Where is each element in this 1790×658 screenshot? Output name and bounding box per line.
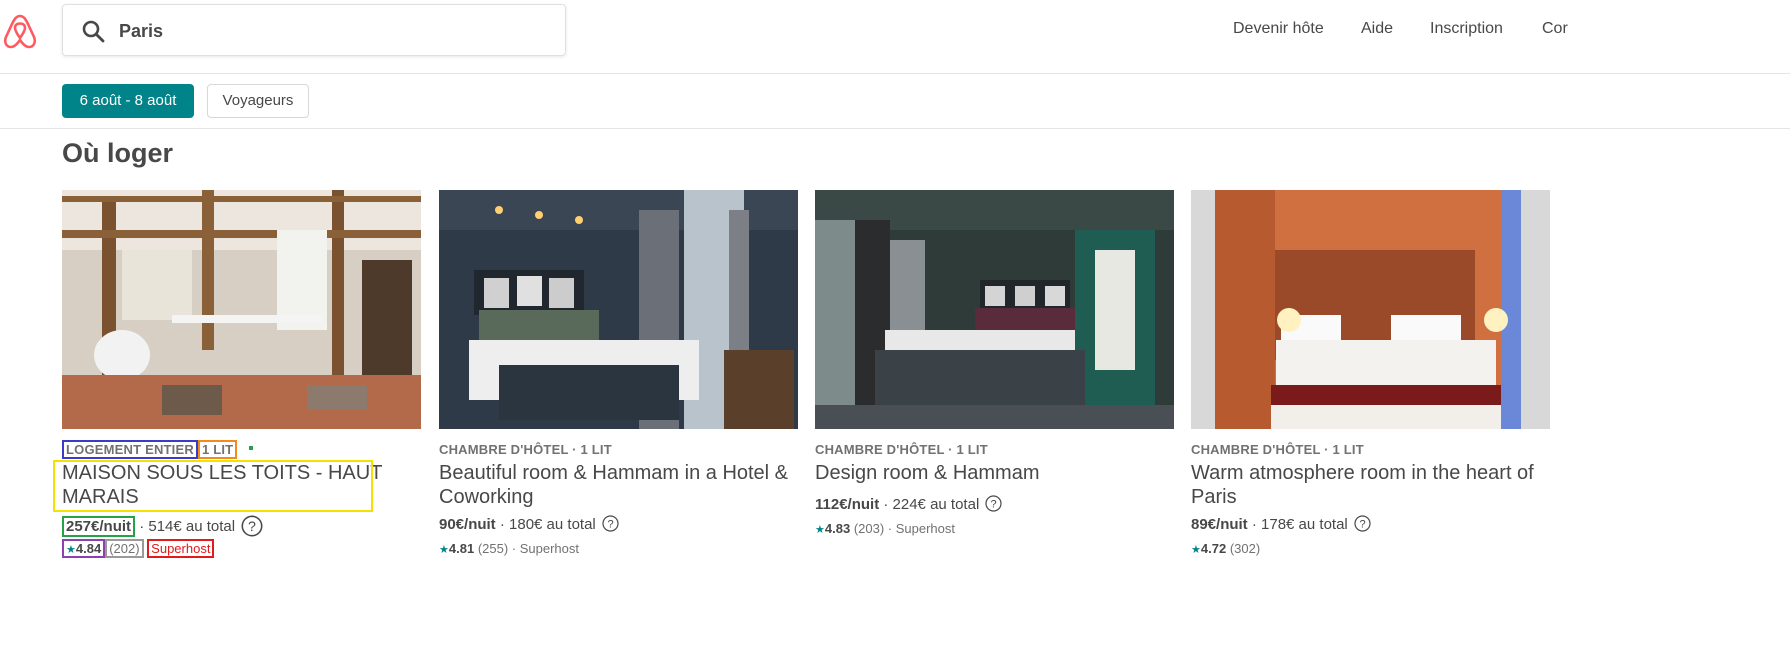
listing-photo[interactable]: [62, 190, 421, 429]
price-total: · 224€ au total: [879, 496, 980, 513]
search-box[interactable]: [62, 4, 566, 56]
info-icon[interactable]: ?: [1354, 515, 1371, 532]
listing-kicker: CHAMBRE D'HÔTEL · 1 LIT: [1191, 442, 1364, 457]
star-icon: ★: [439, 544, 449, 556]
review-count: (255): [477, 541, 509, 556]
svg-text:?: ?: [248, 519, 256, 535]
listing-title[interactable]: MAISON SOUS LES TOITS - HAUT MARAIS: [62, 461, 422, 509]
info-icon[interactable]: ?: [241, 515, 263, 537]
listing-rating: ★4.81 (255) · Superhost: [439, 541, 579, 556]
info-icon[interactable]: ?: [985, 495, 1003, 512]
guests-filter-button[interactable]: Voyageurs: [207, 84, 309, 118]
listing-card[interactable]: CHAMBRE D'HÔTEL · 1 LIT Design room & Ha…: [815, 190, 1175, 570]
nav-help-link[interactable]: Aide: [1361, 20, 1393, 42]
svg-text:?: ?: [991, 499, 997, 511]
star-icon: ★: [815, 524, 825, 536]
listing-rating: ★4.83 (203) · Superhost: [815, 521, 955, 536]
star-icon: ★: [66, 544, 76, 556]
price-per-night: 90€/nuit: [439, 516, 496, 533]
nav-login-link[interactable]: Cor: [1542, 20, 1568, 42]
rating-score-box: ★4.84: [62, 539, 106, 558]
top-header: Devenir hôte Aide Inscription Cor: [0, 0, 1790, 74]
section-title: Où loger: [62, 138, 174, 168]
listing-rating: ★4.72 (302): [1191, 541, 1260, 556]
listing-type: LOGEMENT ENTIER: [62, 440, 198, 459]
listing-rating: ★4.84 (202) Superhost: [62, 539, 215, 558]
listing-title[interactable]: Design room & Hammam: [815, 461, 1175, 485]
listing-price: 90€/nuit · 180€ au total ?: [439, 515, 619, 533]
listing-photo[interactable]: [1191, 190, 1550, 429]
listing-photo[interactable]: [439, 190, 798, 429]
rating-score: 4.83: [824, 521, 851, 536]
filter-bar: 6 août - 8 août Voyageurs: [0, 74, 1790, 129]
listing-price: 89€/nuit · 178€ au total ?: [1191, 515, 1371, 533]
listing-kicker: CHAMBRE D'HÔTEL · 1 LIT: [815, 442, 988, 457]
review-count: (203): [853, 521, 885, 536]
superhost-badge: Superhost: [147, 539, 215, 558]
airbnb-logo-icon[interactable]: [2, 12, 38, 50]
listing-kicker: LOGEMENT ENTIER 1 LIT: [62, 440, 238, 459]
listing-price: 112€/nuit · 224€ au total ?: [815, 495, 1003, 513]
rating-score: 4.81: [448, 541, 475, 556]
listing-card[interactable]: CHAMBRE D'HÔTEL · 1 LIT Beautiful room &…: [439, 190, 799, 570]
listing-card[interactable]: CHAMBRE D'HÔTEL · 1 LIT Warm atmosphere …: [1191, 190, 1551, 570]
listing-kicker: CHAMBRE D'HÔTEL · 1 LIT: [439, 442, 612, 457]
listing-photo[interactable]: [815, 190, 1174, 429]
listing-title[interactable]: Warm atmosphere room in the heart of Par…: [1191, 461, 1551, 509]
superhost-badge: · Superhost: [884, 521, 955, 536]
info-icon[interactable]: ?: [602, 515, 619, 532]
superhost-badge: · Superhost: [508, 541, 579, 556]
nav-signup-link[interactable]: Inscription: [1430, 20, 1503, 42]
price-per-night: 257€/nuit: [62, 516, 136, 537]
price-per-night: 112€/nuit: [815, 496, 880, 513]
svg-text:?: ?: [607, 519, 613, 531]
search-input[interactable]: [119, 15, 549, 47]
review-count: (202): [105, 539, 144, 558]
nav-become-host-link[interactable]: Devenir hôte: [1233, 20, 1324, 42]
listing-beds: 1 LIT: [197, 440, 238, 459]
annotation-dot: [249, 446, 253, 450]
rating-score: 4.72: [1200, 541, 1227, 556]
dates-filter-button[interactable]: 6 août - 8 août: [62, 84, 194, 118]
svg-text:?: ?: [1359, 519, 1365, 531]
price-per-night: 89€/nuit: [1191, 516, 1248, 533]
star-icon: ★: [1191, 544, 1201, 556]
rating-score: 4.84: [75, 541, 102, 556]
listing-title[interactable]: Beautiful room & Hammam in a Hotel & Cow…: [439, 461, 799, 509]
price-total: · 178€ au total: [1247, 516, 1348, 533]
search-icon: [82, 20, 105, 43]
listing-card[interactable]: LOGEMENT ENTIER 1 LIT MAISON SOUS LES TOI…: [53, 190, 422, 570]
review-count: (302): [1229, 541, 1261, 556]
price-total: · 180€ au total: [495, 516, 596, 533]
price-total: · 514€ au total: [135, 518, 236, 535]
listing-price: 257€/nuit · 514€ au total ?: [62, 515, 263, 537]
